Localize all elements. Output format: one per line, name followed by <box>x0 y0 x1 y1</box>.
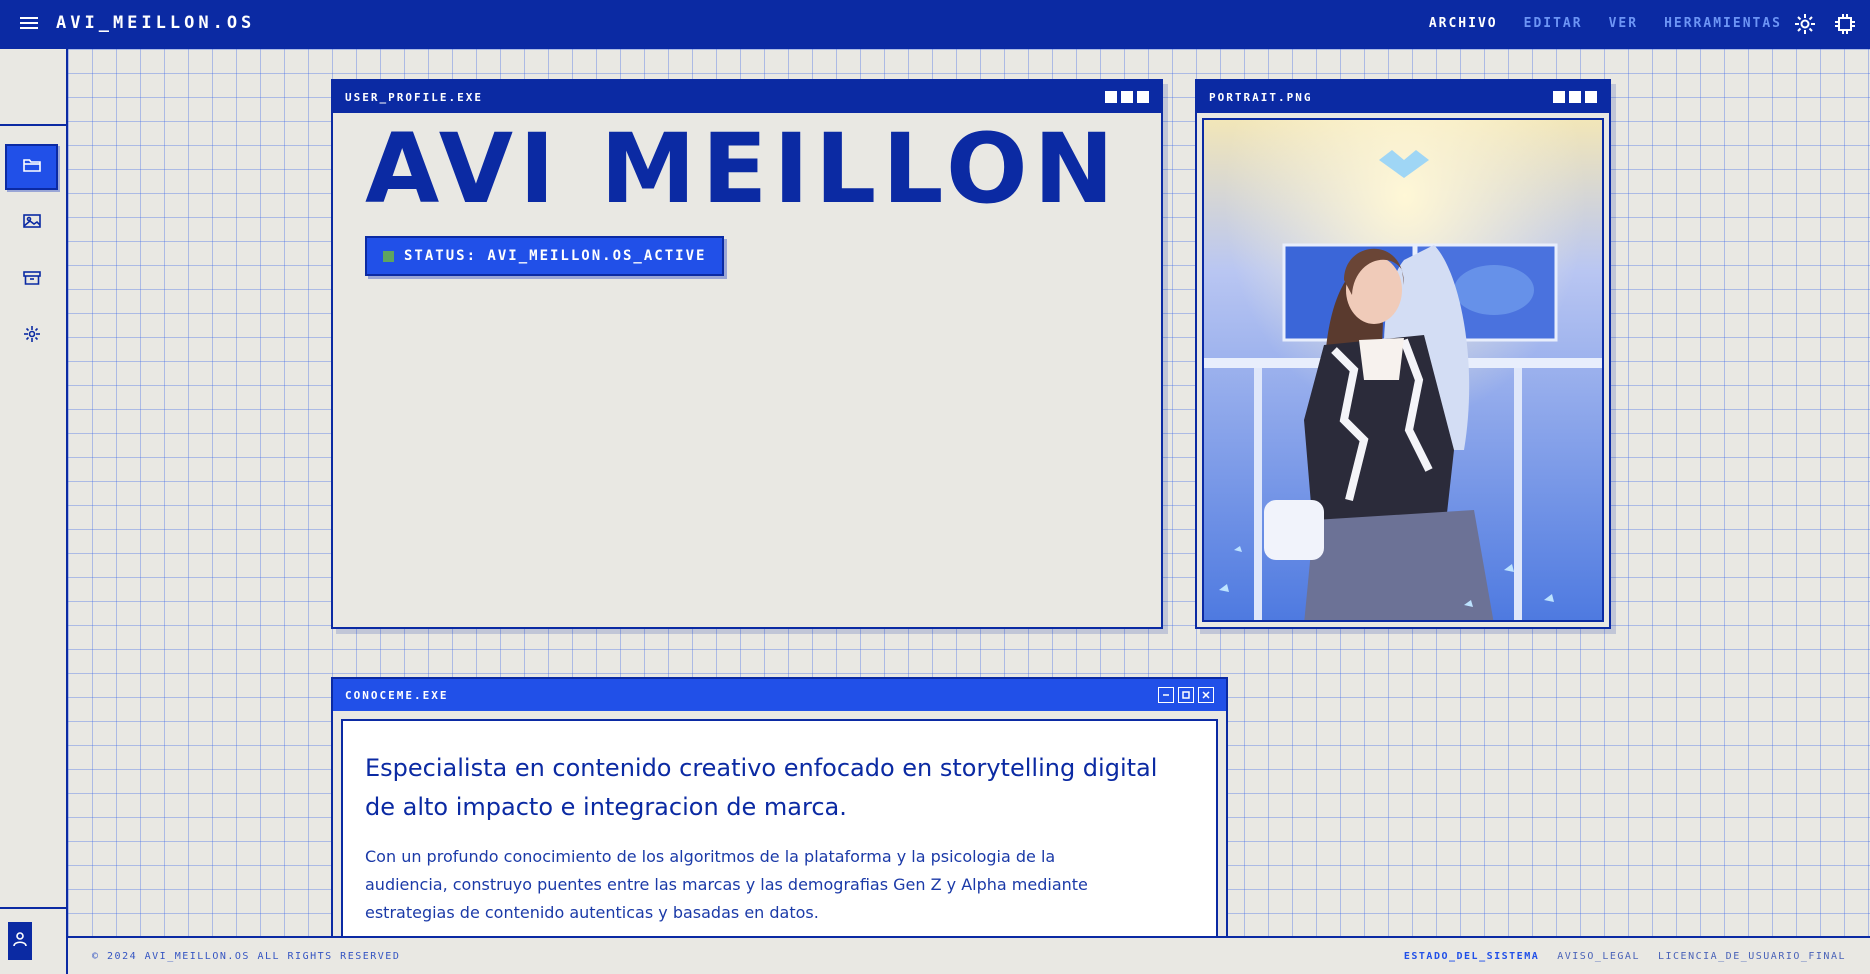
chip-icon[interactable] <box>1834 13 1856 35</box>
window-control-icon[interactable] <box>1137 91 1149 103</box>
user-icon <box>13 931 27 952</box>
sun-icon[interactable] <box>1794 13 1816 35</box>
about-window: CONOCEME.EXE Especialista en contenido c… <box>331 677 1228 974</box>
user-profile-titlebar[interactable]: USER_PROFILE.EXE <box>333 81 1161 113</box>
window-title: CONOCEME.EXE <box>345 688 449 702</box>
user-profile-window: USER_PROFILE.EXE AVI MEILLON STATUS: AVI… <box>331 79 1163 629</box>
sidebar-divider-bottom <box>0 907 66 909</box>
footer-link-licencia[interactable]: LICENCIA_DE_USUARIO_FINAL <box>1658 951 1846 962</box>
archive-icon <box>22 270 41 291</box>
portrait-titlebar[interactable]: PORTRAIT.PNG <box>1197 81 1609 113</box>
window-control-icon[interactable] <box>1569 91 1581 103</box>
window-control-icon[interactable] <box>1105 91 1117 103</box>
about-text: Con un profundo conocimiento de los algo… <box>365 847 1088 922</box>
sidebar-item-archive[interactable] <box>5 257 58 303</box>
top-bar: AVI_MEILLON.OS ARCHIVO EDITAR VER HERRAM… <box>0 0 1870 49</box>
nav-herramientas[interactable]: HERRAMIENTAS <box>1664 16 1782 31</box>
footer-link-aviso[interactable]: AVISO_LEGAL <box>1557 951 1640 962</box>
copyright: © 2024 AVI_MEILLON.OS ALL RIGHTS RESERVE… <box>92 950 401 962</box>
user-button[interactable] <box>8 922 32 960</box>
sidebar-item-folder[interactable] <box>5 144 58 190</box>
maximize-icon[interactable] <box>1178 687 1194 703</box>
top-nav: ARCHIVO EDITAR VER HERRAMIENTAS <box>1429 16 1782 31</box>
about-titlebar[interactable]: CONOCEME.EXE <box>333 679 1226 711</box>
sidebar-item-image[interactable] <box>5 200 58 246</box>
sparkle-icon <box>23 325 41 348</box>
portrait-window: PORTRAIT.PNG <box>1195 79 1611 629</box>
close-icon[interactable] <box>1198 687 1214 703</box>
footer-links: ESTADO_DEL_SISTEMA AVISO_LEGAL LICENCIA_… <box>1404 951 1846 962</box>
status-indicator <box>383 250 394 262</box>
about-content: Especialista en contenido creativo enfoc… <box>341 719 1218 949</box>
status-text: STATUS: AVI_MEILLON.OS_ACTIVE <box>404 248 707 264</box>
footer-link-estado[interactable]: ESTADO_DEL_SISTEMA <box>1404 951 1539 962</box>
image-icon <box>22 213 41 234</box>
sidebar-item-sparkle[interactable] <box>5 313 58 359</box>
nav-archivo[interactable]: ARCHIVO <box>1429 16 1498 31</box>
window-control-icon[interactable] <box>1121 91 1133 103</box>
nav-ver[interactable]: VER <box>1609 16 1638 31</box>
about-lead: Especialista en contenido creativo enfoc… <box>365 754 1158 821</box>
minimize-icon[interactable] <box>1158 687 1174 703</box>
brand-title: AVI_MEILLON.OS <box>56 13 256 33</box>
portrait-image <box>1202 118 1604 622</box>
window-control-icon[interactable] <box>1553 91 1565 103</box>
window-control-icon[interactable] <box>1585 91 1597 103</box>
folder-icon <box>22 157 41 178</box>
status-badge: STATUS: AVI_MEILLON.OS_ACTIVE <box>365 236 725 276</box>
nav-editar[interactable]: EDITAR <box>1524 16 1583 31</box>
hamburger-menu-icon[interactable] <box>18 14 40 34</box>
footer: © 2024 AVI_MEILLON.OS ALL RIGHTS RESERVE… <box>68 936 1870 974</box>
window-title: USER_PROFILE.EXE <box>345 90 483 104</box>
window-title: PORTRAIT.PNG <box>1209 90 1313 104</box>
sidebar <box>0 49 68 974</box>
sidebar-divider <box>0 124 66 126</box>
profile-name: AVI MEILLON <box>365 113 1120 225</box>
